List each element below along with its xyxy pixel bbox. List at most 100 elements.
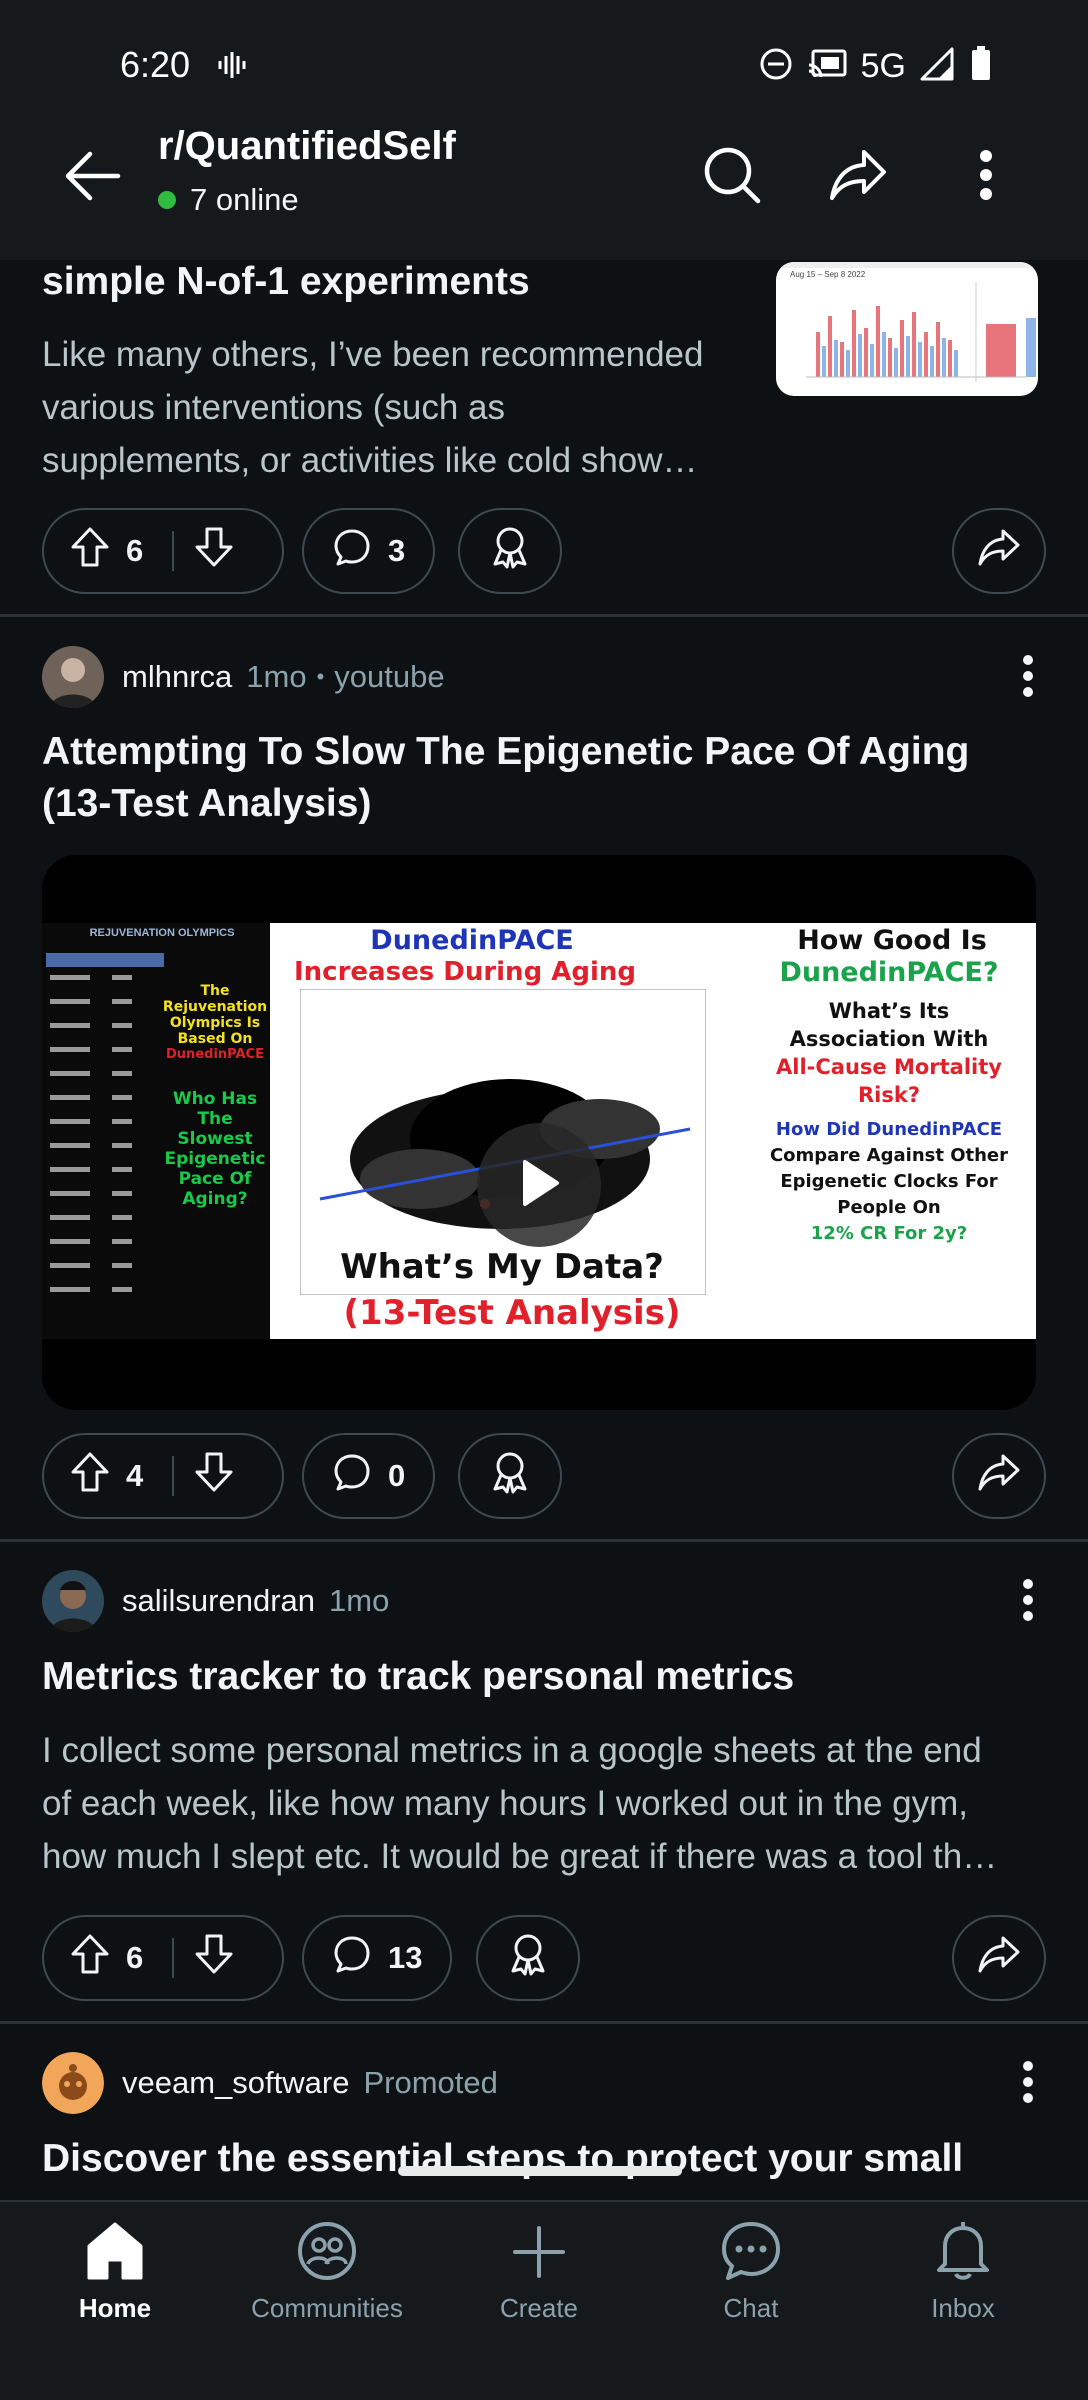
downvote-icon[interactable] <box>194 526 234 576</box>
upvote-icon[interactable] <box>70 1451 110 1501</box>
downvote-icon[interactable] <box>194 1933 234 1983</box>
avatar[interactable] <box>42 1570 104 1632</box>
comment-icon <box>332 1934 372 1982</box>
back-arrow-icon <box>64 150 122 207</box>
video-caption: All-Cause Mortality <box>776 1055 1002 1079</box>
post-title[interactable]: Attempting To Slow The Epigenetic Pace O… <box>42 726 1042 830</box>
nav-create[interactable]: Create <box>449 2220 629 2340</box>
vibrate-icon <box>216 50 246 85</box>
video-table <box>46 953 164 1292</box>
feed: simple N-of-1 experiments Like many othe… <box>0 0 1088 2200</box>
nav-chat[interactable]: Chat <box>661 2220 841 2340</box>
vote-separator <box>172 531 174 571</box>
nav-home[interactable]: Home <box>25 2220 205 2340</box>
post-meta: salilsurendran 1mo <box>42 1570 389 1632</box>
nav-inbox[interactable]: Inbox <box>873 2220 1053 2340</box>
video-caption: Risk? <box>857 1083 920 1107</box>
share-button[interactable] <box>952 508 1046 594</box>
author-name[interactable]: veeam_software <box>122 2065 349 2101</box>
post-body-line: Like many others, I’ve been recommended <box>42 335 704 374</box>
comment-count: 3 <box>388 533 406 568</box>
play-icon <box>517 1158 561 1213</box>
upvote-icon[interactable] <box>70 526 110 576</box>
bottom-navigation: Home Communities Create Chat Inbox <box>0 2200 1088 2400</box>
status-icons: 5G <box>759 46 992 87</box>
post-divider <box>0 2021 1088 2024</box>
share-icon <box>977 1934 1021 1982</box>
video-caption: The Rejuvenation Olympics Is Based On <box>162 983 268 1047</box>
share-subreddit-button[interactable] <box>818 132 898 222</box>
back-button[interactable] <box>58 138 128 218</box>
vote-separator <box>172 1456 174 1496</box>
award-button[interactable] <box>458 1433 562 1519</box>
post-thumbnail[interactable]: Aug 15 – Sep 8 2022 <box>776 262 1038 396</box>
comments-button[interactable]: 3 <box>302 508 436 594</box>
nav-label: Home <box>78 2293 152 2323</box>
video-caption: Who Has The Slowest Epigenetic Pace Of A… <box>164 1089 266 1209</box>
vote-control: 4 <box>42 1433 284 1519</box>
post-title[interactable]: Discover the essential steps to protect … <box>42 2133 1042 2185</box>
video-caption: How Good Is <box>797 925 987 956</box>
video-leaderboard: REJUVENATION OLYMPICS The Rejuvenation O… <box>42 923 270 1339</box>
search-button[interactable] <box>692 132 772 222</box>
overflow-menu-button[interactable] <box>946 132 1026 222</box>
video-caption: Compare Against Other <box>769 1145 1009 1166</box>
post-body[interactable]: I collect some personal metrics in a goo… <box>42 1724 997 1883</box>
post-title[interactable]: Metrics tracker to track personal metric… <box>42 1651 1042 1703</box>
dnd-icon <box>759 47 793 86</box>
downvote-icon[interactable] <box>194 1451 234 1501</box>
award-icon <box>489 525 531 577</box>
play-button[interactable] <box>477 1123 601 1247</box>
nav-label: Inbox <box>931 2293 995 2323</box>
vote-separator <box>172 1938 174 1978</box>
video-caption: What’s My Data? <box>340 1247 664 1287</box>
vote-count: 6 <box>126 1940 144 1975</box>
post-title-line: Attempting To Slow The Epigenetic Pace O… <box>42 730 970 773</box>
comments-button[interactable]: 13 <box>302 1915 453 2001</box>
avatar[interactable] <box>42 2052 104 2114</box>
vote-control: 6 <box>42 1915 284 2001</box>
video-caption: How Did DunedinPACE <box>775 1119 1003 1140</box>
plus-icon <box>507 2220 571 2287</box>
cast-icon <box>807 47 847 86</box>
nav-communities[interactable]: Communities <box>237 2220 417 2340</box>
more-options-icon[interactable] <box>998 1570 1058 1630</box>
signal-icon <box>920 47 956 86</box>
video-caption: DunedinPACE? <box>779 957 999 988</box>
meta-separator: • <box>316 664 325 689</box>
battery-icon <box>970 46 992 87</box>
award-button[interactable] <box>476 1915 580 2001</box>
subreddit-name[interactable]: r/QuantifiedSelf <box>158 124 456 169</box>
post-actions: 6 3 <box>42 508 1046 594</box>
online-dot-icon <box>158 191 176 209</box>
comments-button[interactable]: 0 <box>302 1433 436 1519</box>
post-body-line: how much I slept etc. It would be great … <box>42 1837 998 1876</box>
share-icon <box>828 148 888 207</box>
post-divider <box>0 1539 1088 1542</box>
online-status: 7 online <box>158 182 299 218</box>
search-icon <box>702 145 762 210</box>
post-body[interactable]: Like many others, I’ve been recommended … <box>42 328 703 487</box>
share-button[interactable] <box>952 1433 1046 1519</box>
avatar[interactable] <box>42 646 104 708</box>
more-options-icon[interactable] <box>998 646 1058 706</box>
author-name[interactable]: mlhnrca <box>122 659 232 695</box>
author-name[interactable]: salilsurendran <box>122 1583 315 1619</box>
upvote-icon[interactable] <box>70 1933 110 1983</box>
post-actions: 6 13 <box>42 1915 1046 2001</box>
share-button[interactable] <box>952 1915 1046 2001</box>
post-age: 1mo <box>246 659 307 694</box>
home-indicator[interactable] <box>398 2166 682 2176</box>
comment-count: 0 <box>388 1458 406 1493</box>
video-caption: What’s Its <box>828 999 950 1023</box>
award-button[interactable] <box>458 508 562 594</box>
video-caption: 12% CR For 2y? <box>810 1223 968 1244</box>
online-count: 7 online <box>190 182 299 217</box>
more-options-icon[interactable] <box>998 2052 1058 2112</box>
comment-icon <box>332 527 372 575</box>
nav-label: Chat <box>723 2293 779 2323</box>
post-meta: mlhnrca 1mo • youtube <box>42 646 445 708</box>
video-caption: Increases During Aging <box>294 957 636 987</box>
vote-count: 4 <box>126 1458 144 1493</box>
video-player[interactable]: REJUVENATION OLYMPICS The Rejuvenation O… <box>42 855 1036 1410</box>
